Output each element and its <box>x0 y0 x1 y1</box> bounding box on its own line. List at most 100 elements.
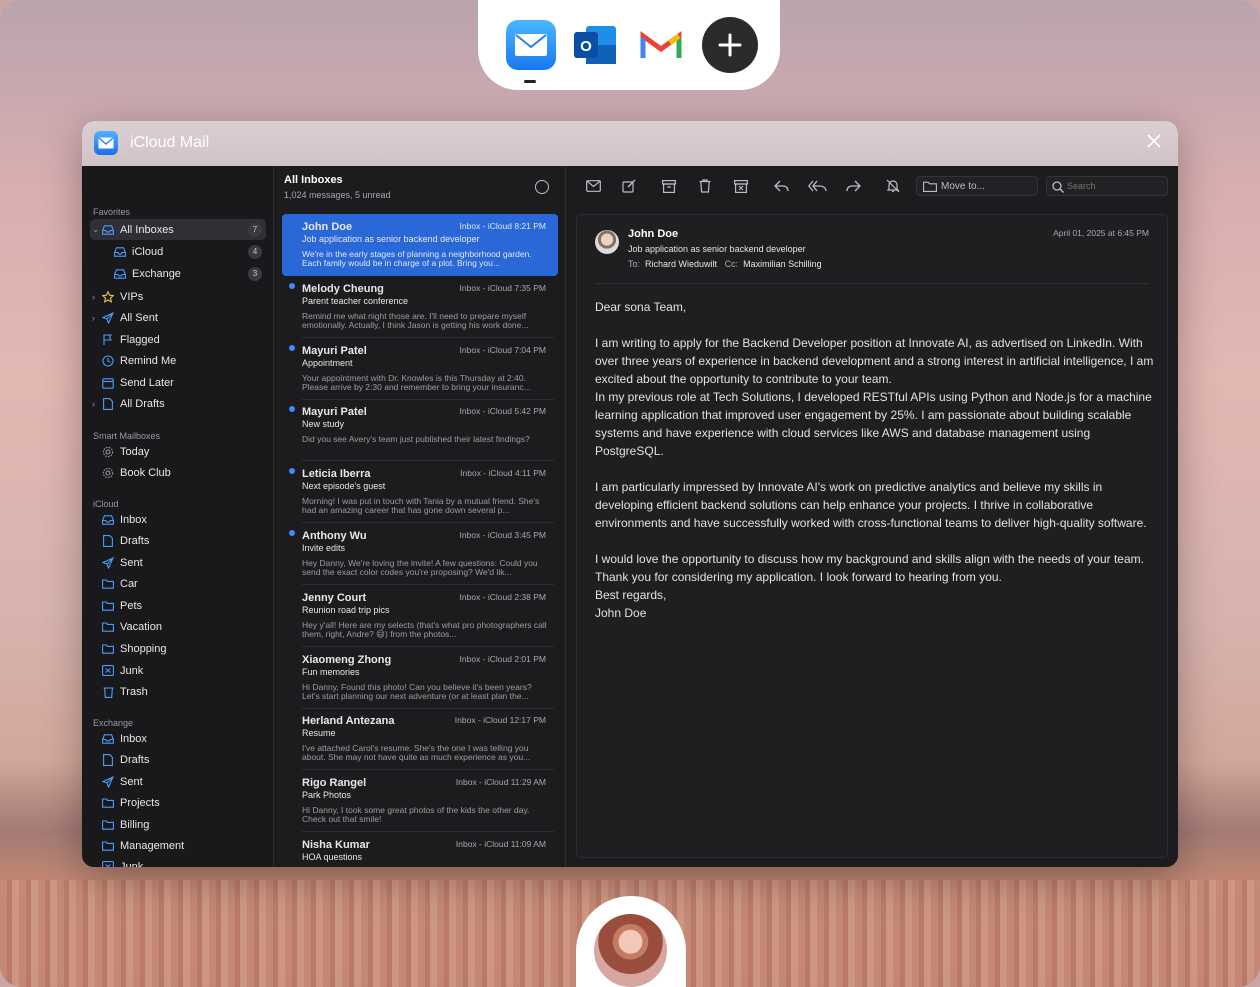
sidebar-item-exchange-billing[interactable]: Billing <box>90 814 266 835</box>
sidebar-item-label: Inbox <box>120 513 147 526</box>
sidebar-item-icloud-sent[interactable]: Sent <box>90 552 266 573</box>
cc-recipient[interactable]: Maximilian Schilling <box>743 259 822 269</box>
folder-icon <box>102 578 114 590</box>
message-sender: Nisha Kumar <box>302 839 370 851</box>
sidebar-item-exchange-drafts[interactable]: Drafts <box>90 749 266 770</box>
message-list-item[interactable]: Anthony Wu Inbox - iCloud 3:45 PM Invite e… <box>282 523 558 585</box>
chevron-down-icon[interactable]: ⌄ <box>92 224 100 235</box>
archive-icon[interactable] <box>661 178 677 194</box>
message-preview: I've attached Carol's resume. She's the … <box>302 744 531 763</box>
sidebar-item-label: Flagged <box>120 333 160 346</box>
message-list-item[interactable]: Rigo Rangel Inbox - iCloud 11:29 AM Park P… <box>282 770 558 833</box>
sidebar-item-favorites-send-later[interactable]: Send Later <box>90 372 266 393</box>
envelope-icon[interactable] <box>585 178 601 194</box>
message-preview: Hey y'all! Here are my selects (that's w… <box>302 620 547 639</box>
sidebar-item-label: Sent <box>120 556 143 569</box>
trash-icon <box>102 686 114 698</box>
unread-dot-icon <box>289 282 295 289</box>
forward-icon[interactable] <box>845 178 861 194</box>
folder-icon <box>102 797 114 809</box>
gmail-app-icon[interactable] <box>636 20 686 70</box>
sidebar-item-favorites-all-sent[interactable]: › All Sent <box>90 307 266 328</box>
message-meta: Inbox - iCloud 7:35 PM <box>459 282 546 293</box>
message-list-item[interactable]: Xiaomeng Zhong Inbox - iCloud 2:01 PM Fun … <box>282 647 558 709</box>
sidebar-item-favorites-all-drafts[interactable]: › All Drafts <box>90 393 266 414</box>
paragraph-4: I would love the opportunity to discuss … <box>595 552 1144 584</box>
trash-icon[interactable] <box>697 178 713 194</box>
sidebar-item-icloud-inbox[interactable]: Inbox <box>90 509 266 530</box>
sidebar-item-smart-book-club[interactable]: Book Club <box>90 462 266 483</box>
compose-icon[interactable] <box>621 178 637 194</box>
sidebar-item-favorites-flagged[interactable]: Flagged <box>90 329 266 350</box>
sidebar-item-favorites-icloud[interactable]: iCloud 4 <box>90 241 266 262</box>
move-to-button[interactable]: Move to... <box>916 176 1038 196</box>
unread-dot-icon <box>289 344 295 351</box>
junk-icon[interactable] <box>733 178 749 194</box>
message-list-item[interactable]: Herland Antezana Inbox - iCloud 12:17 PM R… <box>282 708 558 771</box>
recipients: To: Richard Wieduwilt Cc: Maximilian Sch… <box>628 259 822 269</box>
sidebar-item-label: All Drafts <box>120 397 165 410</box>
sidebar-item-label: Billing <box>120 818 150 831</box>
unread-dot-icon <box>289 406 295 413</box>
message-sender: Xiaomeng Zhong <box>302 653 392 666</box>
sidebar-item-icloud-drafts[interactable]: Drafts <box>90 530 266 551</box>
message-list-item[interactable]: Leticia Iberra Inbox - iCloud 4:11 PM Next… <box>282 461 558 524</box>
close-icon[interactable] <box>1144 133 1164 153</box>
message-subject: New study <box>302 419 345 430</box>
add-app-button[interactable] <box>702 17 758 73</box>
message-subject: Fun memories <box>302 666 360 677</box>
search-input[interactable] <box>1046 176 1168 196</box>
sidebar-item-icloud-trash[interactable]: Trash <box>90 681 266 702</box>
message-list-item[interactable]: Jenny Court Inbox - iCloud 2:38 PM Reunion… <box>282 585 558 647</box>
svg-text:O: O <box>580 38 592 55</box>
gear-icon <box>102 446 114 458</box>
send-icon <box>102 775 114 788</box>
sidebar-item-exchange-management[interactable]: Management <box>90 835 266 856</box>
sidebar-item-icloud-car[interactable]: Car <box>90 573 266 594</box>
chevron-right-icon[interactable]: › <box>92 399 100 409</box>
message-list-item[interactable]: Melody Cheung Inbox - iCloud 7:35 PM Paren… <box>282 276 558 338</box>
closing: Best regards, <box>595 588 667 602</box>
apple-mail-app-icon[interactable] <box>506 20 556 70</box>
sidebar-item-favorites-vips[interactable]: › VIPs <box>90 286 266 307</box>
reply-icon[interactable] <box>773 178 789 194</box>
message-list-item[interactable]: Mayuri Patel Inbox - iCloud 7:04 PM Appoin… <box>282 338 558 400</box>
mail-window: iCloud Mail Favorites ⌄ All Inboxes 7 iCloud… <box>82 121 1178 867</box>
sidebar-item-exchange-junk[interactable]: Junk <box>90 856 266 867</box>
folder-icon <box>102 643 114 655</box>
mute-bell-icon[interactable] <box>885 178 901 194</box>
message-list-item[interactable]: Mayuri Patel Inbox - iCloud 5:42 PM New st… <box>282 399 558 462</box>
message-subject: Next episode's guest <box>302 481 386 492</box>
reply-all-icon[interactable] <box>807 178 827 194</box>
filter-icon[interactable] <box>535 180 549 194</box>
message-list-item[interactable]: John Doe Inbox - iCloud 8:21 PM Job applic… <box>282 214 558 276</box>
message-subject: Parent teacher conference <box>302 295 409 306</box>
cal-icon <box>102 377 114 389</box>
outlook-app-icon[interactable]: O <box>570 20 620 70</box>
sidebar-item-exchange-sent[interactable]: Sent <box>90 771 266 792</box>
sidebar-item-exchange-projects[interactable]: Projects <box>90 792 266 813</box>
sidebar-item-label: Junk <box>120 860 144 868</box>
message-meta: Inbox - iCloud 8:21 PM <box>459 221 546 231</box>
sidebar-item-icloud-pets[interactable]: Pets <box>90 595 266 616</box>
sidebar-item-favorites-remind-me[interactable]: Remind Me <box>90 350 266 371</box>
folder-icon <box>102 819 114 831</box>
sidebar-item-icloud-vacation[interactable]: Vacation <box>90 616 266 637</box>
junk-icon <box>102 861 114 867</box>
message-list-item[interactable]: Nisha Kumar Inbox - iCloud 11:09 AM HOA qu… <box>282 832 558 867</box>
sidebar-item-label: Car <box>120 577 138 590</box>
sidebar-item-favorites-all-inboxes[interactable]: ⌄ All Inboxes 7 <box>90 219 266 240</box>
chevron-right-icon[interactable]: › <box>92 292 100 302</box>
sidebar-item-icloud-junk[interactable]: Junk <box>90 660 266 681</box>
sidebar-item-exchange-inbox[interactable]: Inbox <box>90 728 266 749</box>
to-recipient[interactable]: Richard Wieduwilt <box>645 259 717 269</box>
message-sender: Rigo Rangel <box>302 777 367 790</box>
chevron-right-icon[interactable]: › <box>92 313 100 323</box>
avatar[interactable] <box>594 914 667 987</box>
sidebar-item-icloud-shopping[interactable]: Shopping <box>90 638 266 659</box>
message-subject: Resume <box>302 728 336 739</box>
sidebar-item-favorites-exchange[interactable]: Exchange 3 <box>90 263 266 284</box>
sidebar-item-label: Pets <box>120 599 143 612</box>
unread-dot-icon <box>289 530 295 536</box>
sidebar-item-smart-today[interactable]: Today <box>90 441 266 462</box>
